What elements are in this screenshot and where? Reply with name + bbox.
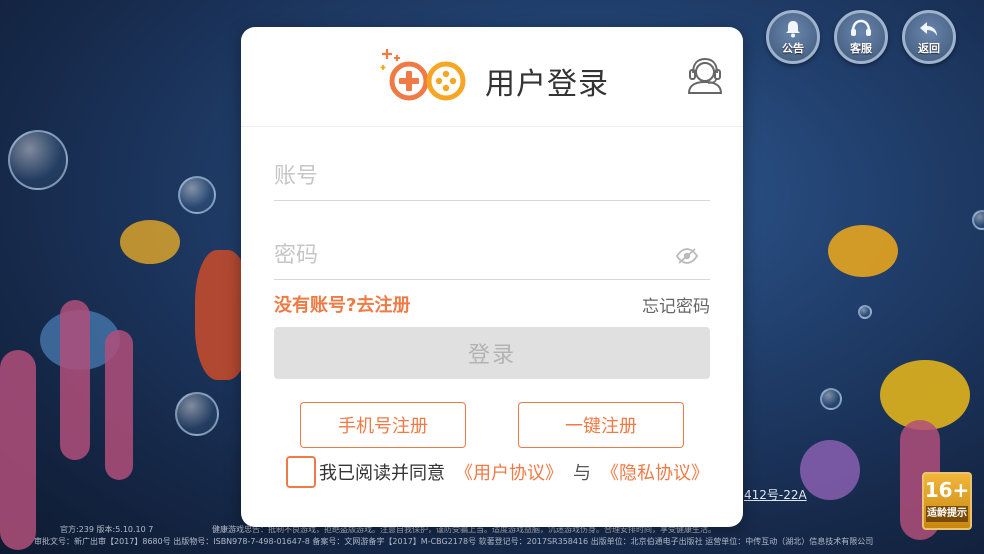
customer-support-icon[interactable] (685, 55, 725, 95)
hide-password-eye-icon[interactable] (676, 248, 698, 264)
login-title: 用户登录 (485, 67, 609, 102)
password-input[interactable] (274, 232, 654, 278)
account-field (274, 153, 710, 201)
login-dialog: 用户登录 没有账号?去注册 忘记密码 登录 手机号注册 一键注册 我已阅读并同意… (241, 27, 743, 527)
back-label: 返回 (918, 42, 940, 55)
account-input[interactable] (274, 153, 654, 199)
onekey-register-button[interactable]: 一键注册 (518, 402, 684, 448)
version-text: 官方:239 版本:5.10.10 7 (60, 525, 154, 534)
phone-register-button[interactable]: 手机号注册 (300, 402, 466, 448)
agreement-text: 我已阅读并同意 (319, 463, 445, 484)
age-rating-badge[interactable]: 16+ 适龄提示 (922, 472, 972, 530)
forgot-password-link[interactable]: 忘记密码 (642, 292, 710, 317)
go-register-link[interactable]: 没有账号?去注册 (274, 291, 410, 317)
bell-icon (783, 19, 803, 42)
customer-service-icon (850, 19, 872, 42)
game-logo-icon (380, 49, 466, 101)
age-rating-tip: 适龄提示 (926, 506, 968, 522)
notice-label: 公告 (782, 42, 804, 55)
agreement-and-text: 与 (573, 463, 591, 484)
customer-service-button[interactable]: 客服 (834, 10, 888, 64)
registration-code-link[interactable]: 412号-22A (744, 486, 807, 503)
user-agreement-link[interactable]: 《用户协议》 (455, 459, 563, 485)
login-button[interactable]: 登录 (274, 327, 710, 379)
agreement-row: 我已阅读并同意 《用户协议》 与 《隐私协议》 (286, 456, 709, 488)
license-text: 审批文号：新广出审【2017】8680号 出版物号：ISBN978-7-498-… (34, 537, 874, 546)
password-field (274, 232, 710, 280)
customer-service-label: 客服 (850, 42, 872, 55)
back-button[interactable]: 返回 (902, 10, 956, 64)
agreement-checkbox[interactable] (286, 456, 316, 488)
notice-button[interactable]: 公告 (766, 10, 820, 64)
login-header: 用户登录 (241, 27, 743, 127)
age-rating: 16+ (924, 478, 970, 502)
privacy-agreement-link[interactable]: 《隐私协议》 (601, 459, 709, 485)
back-arrow-icon (918, 19, 940, 42)
